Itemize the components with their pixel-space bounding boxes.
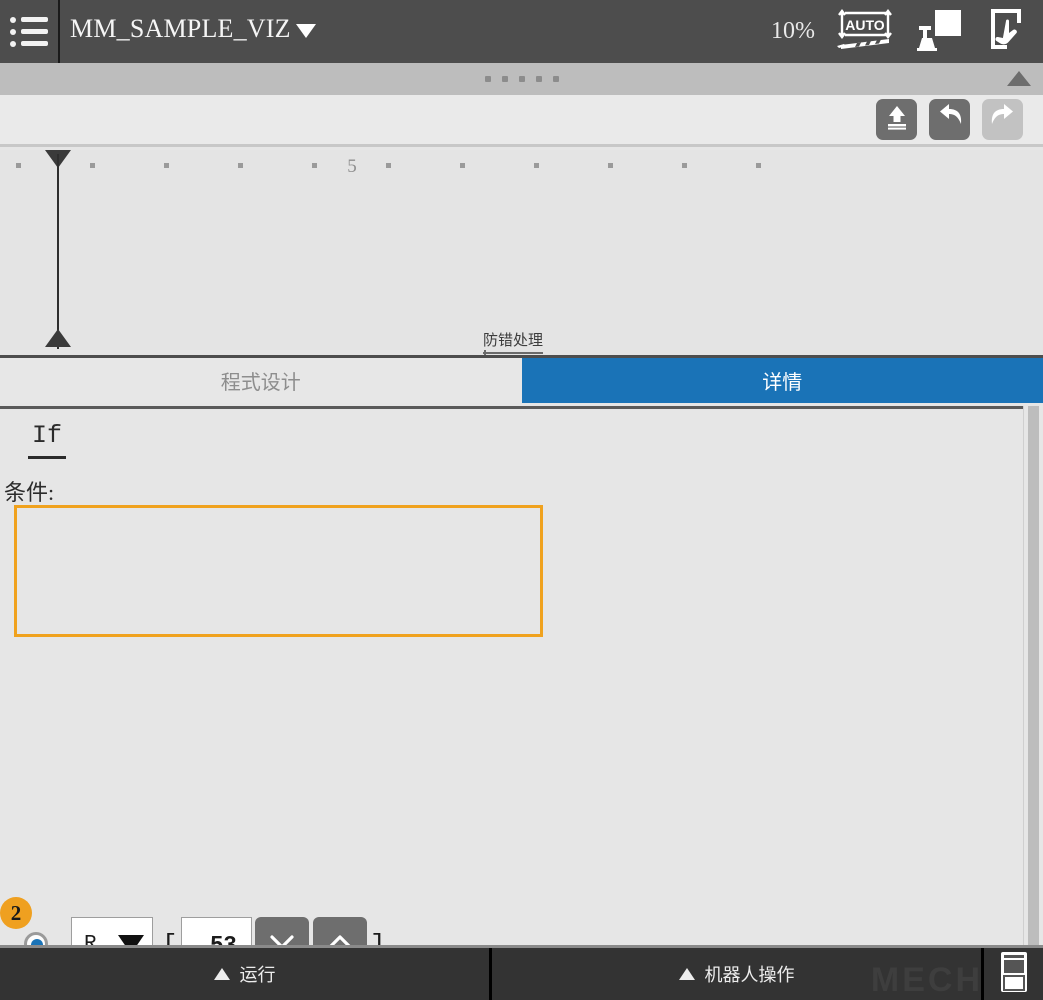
drag-dots-icon[interactable] (484, 76, 559, 82)
condition-section-label: 条件: (4, 480, 55, 505)
bottom-bar: MECH 运行 机器人操作 (0, 945, 1043, 1000)
teach-pendant-icon (998, 951, 1030, 998)
svg-text:AUTO: AUTO (845, 17, 885, 33)
triangle-up-icon (678, 968, 695, 980)
top-bar: MM_SAMPLE_VIZ 10% AUTO (0, 0, 1043, 63)
triangle-up-icon (213, 968, 230, 980)
run-button[interactable]: 运行 (0, 948, 492, 1000)
scrollbar-thumb[interactable] (1028, 406, 1039, 945)
playhead-marker-icon[interactable] (45, 150, 71, 355)
condition-group-outline (14, 505, 543, 637)
hand-touch-icon[interactable] (985, 5, 1029, 58)
undo-button[interactable] (929, 99, 970, 140)
triangle-up-icon[interactable] (1007, 71, 1031, 86)
hamburger-list-icon (10, 16, 48, 23)
panel-splitter[interactable] (0, 63, 1043, 95)
top-bar-status-group: 10% AUTO (771, 5, 1043, 58)
program-flow-canvas[interactable]: 5 防错处理 (0, 150, 1043, 355)
tab-details[interactable]: 详情 (521, 358, 1043, 403)
step-badge-2: 2 (0, 897, 32, 929)
flow-toolbar (0, 95, 1043, 147)
tab-details-label: 详情 (762, 372, 803, 394)
project-title: MM_SAMPLE_VIZ (70, 13, 291, 43)
run-button-label: 运行 (239, 965, 276, 985)
ruler-tick-label: 5 (347, 156, 357, 177)
page-title: If (28, 421, 67, 459)
node-callout-label: 防错处理 (483, 329, 544, 354)
hamburger-menu-button[interactable] (0, 0, 60, 63)
export-button[interactable] (876, 99, 917, 140)
tab-program-design[interactable]: 程式设计 (0, 358, 522, 403)
upload-arrow-icon (884, 104, 910, 135)
detail-vertical-scrollbar[interactable] (1023, 406, 1043, 945)
timeline-ruler: 5 (0, 150, 1043, 180)
detail-panel: If 条件: 2 R [ 53 ] = (0, 406, 1043, 1000)
speed-override-value: 10% (771, 18, 815, 44)
redo-arrow-icon (989, 104, 1017, 135)
project-selector[interactable]: MM_SAMPLE_VIZ (70, 14, 316, 44)
robot-operation-label: 机器人操作 (704, 965, 795, 985)
robot-teach-icon[interactable] (915, 6, 963, 57)
teach-pendant-button[interactable] (984, 948, 1043, 1000)
robot-operation-button[interactable]: 机器人操作 (492, 948, 984, 1000)
caret-down-icon[interactable] (295, 23, 316, 38)
redo-button[interactable] (982, 99, 1023, 140)
undo-arrow-icon (936, 104, 964, 135)
tab-program-design-label: 程式设计 (220, 372, 301, 394)
auto-mode-icon[interactable]: AUTO (837, 5, 893, 58)
teach-pendant-app: MM_SAMPLE_VIZ 10% AUTO 5 防错处理 程式设计 详情 If… (0, 0, 1043, 1000)
detail-tabs: 程式设计 详情 (0, 355, 1043, 403)
